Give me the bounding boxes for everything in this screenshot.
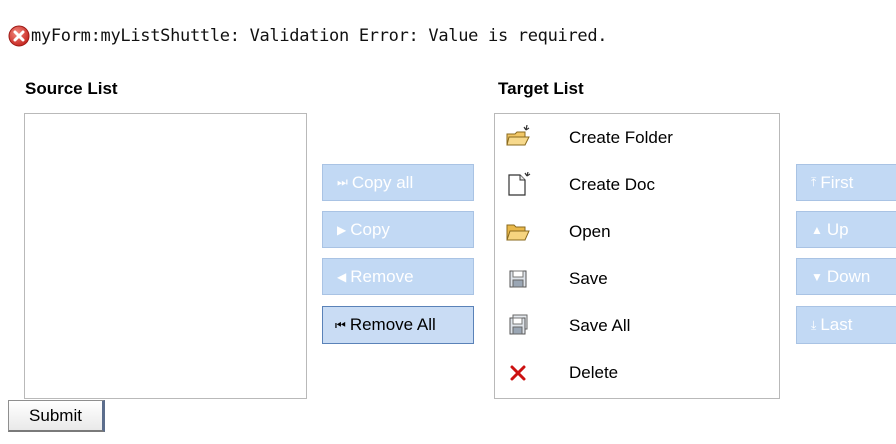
up-label: Up (826, 219, 849, 239)
list-item-label: Open (569, 221, 611, 241)
down-label: Down (826, 266, 871, 286)
first-label: First (820, 172, 854, 192)
error-text: myForm:myListShuttle: Validation Error: … (31, 26, 608, 46)
fast-forward-icon: ⏭ (337, 175, 348, 189)
move-up-button[interactable]: ▲ Up (796, 211, 896, 248)
arrow-up-icon: ▲ (811, 222, 823, 237)
target-list-label: Target List (498, 79, 584, 98)
list-item-open[interactable]: Open (495, 208, 611, 255)
move-to-top-icon: ⤒ (811, 175, 817, 189)
remove-label: Remove (350, 266, 414, 286)
list-item-label: Save (569, 268, 608, 288)
new-folder-icon (506, 124, 530, 145)
remove-button[interactable]: ◀ Remove (322, 258, 474, 295)
error-circle-icon (8, 25, 30, 47)
list-item-save[interactable]: Save (495, 255, 608, 302)
move-to-bottom-icon: ⤓ (811, 317, 817, 332)
list-item-label: Create Folder (569, 127, 673, 147)
target-listbox[interactable]: Create Folder Create Doc Open Save Save … (494, 113, 780, 399)
list-item-label: Delete (569, 362, 619, 382)
list-item-save-all[interactable]: Save All (495, 302, 630, 349)
remove-all-button[interactable]: ⏮ Remove All (322, 306, 474, 344)
remove-all-label: Remove All (349, 315, 436, 334)
floppy-save-all-icon (509, 314, 528, 334)
floppy-save-icon (509, 270, 527, 287)
list-item-create-folder[interactable]: Create Folder (495, 114, 673, 161)
copy-all-label: Copy all (351, 172, 414, 192)
list-item-delete[interactable]: Delete (495, 349, 618, 396)
copy-button[interactable]: ▶ Copy (322, 211, 474, 248)
arrow-down-icon: ▼ (811, 269, 823, 284)
red-x-delete-icon (510, 365, 526, 380)
submit-button[interactable]: Submit (8, 400, 105, 432)
validation-error-message: myForm:myListShuttle: Validation Error: … (8, 22, 608, 50)
last-label: Last (820, 315, 853, 334)
play-left-icon: ◀ (337, 269, 347, 284)
list-item-label: Save All (569, 315, 631, 335)
move-down-button[interactable]: ▼ Down (796, 258, 896, 295)
open-folder-icon (506, 224, 530, 240)
source-listbox[interactable] (24, 113, 307, 399)
new-document-icon (508, 171, 531, 196)
move-first-button[interactable]: ⤒ First (796, 164, 896, 201)
list-item-create-doc[interactable]: Create Doc (495, 161, 655, 208)
play-right-icon: ▶ (337, 222, 347, 237)
copy-label: Copy (350, 219, 390, 239)
source-list-label: Source List (25, 79, 118, 98)
copy-all-button[interactable]: ⏭ Copy all (322, 164, 474, 201)
rewind-to-start-icon: ⏮ (335, 317, 346, 332)
move-last-button[interactable]: ⤓ Last (796, 306, 896, 344)
list-item-label: Create Doc (569, 174, 655, 194)
